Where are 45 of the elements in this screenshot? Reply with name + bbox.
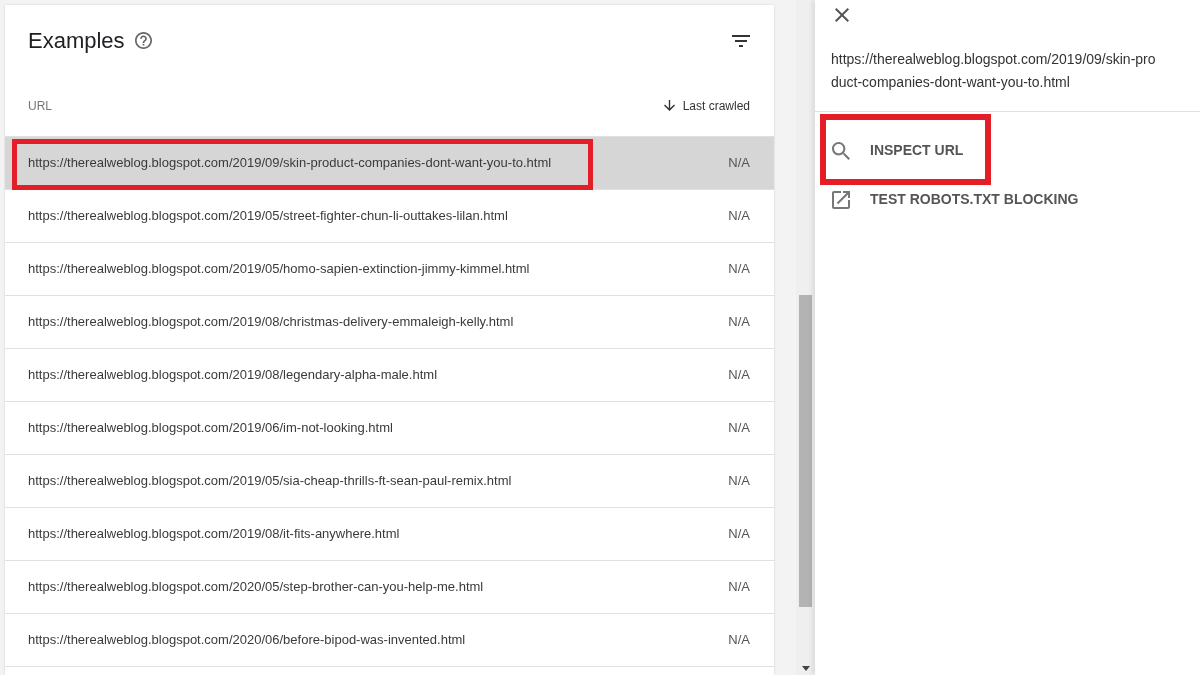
table-cell-text: https://therealweblog.blogspot.com/2020/05/step-brother-can-you-help-me.html — [28, 578, 484, 597]
table-cell-text: https://therealweblog.blogspot.com/2019/08/legendary-alpha-male.html — [28, 366, 438, 385]
table-row[interactable]: https://therealweblog.blogspot.com/2019/05/homo-sapien-extinction-jimmy-kimmel.html N/A — [5, 243, 774, 296]
table-cell-text: N/A — [728, 207, 750, 226]
close-icon — [835, 8, 849, 22]
scrollbar-thumb[interactable] — [799, 295, 812, 607]
arrow-down-icon — [663, 100, 675, 111]
table-cell-text: N/A — [728, 154, 750, 173]
table-row[interactable]: https://therealweblog.blogspot.com/2020/05/step-brother-can-you-help-me.html N/A — [5, 561, 774, 614]
table-cell-text: https://therealweblog.blogspot.com/2019/05/sia-cheap-thrills-ft-sean-paul-remix.html — [28, 472, 512, 491]
table-cell-text: N/A — [728, 313, 750, 332]
column-header[interactable]: URL — [28, 96, 52, 115]
search-icon — [832, 141, 850, 160]
table-cell-text: https://therealweblog.blogspot.com/2019/08/it-fits-anywhere.html — [28, 525, 400, 544]
table-row[interactable]: https://therealweblog.blogspot.com/2019/06/im-not-looking.html N/A — [5, 402, 774, 455]
table-row[interactable]: https://therealweblog.blogspot.com/2019/09/skin-product-companies-dont-want-you-to.html N/A — [5, 137, 774, 190]
action-button[interactable]: INSPECT URL — [815, 126, 1200, 175]
table-cell-text: N/A — [728, 631, 750, 650]
open-in-new-icon — [832, 190, 850, 209]
table-cell-text: N/A — [728, 472, 750, 491]
table-row[interactable]: https://therealweblog.blogspot.com/2019/08/it-fits-anywhere.html N/A — [5, 508, 774, 561]
table-cell-text: https://therealweblog.blogspot.com/2019/06/im-not-looking.html — [28, 419, 393, 438]
table-cell-text: https://therealweblog.blogspot.com/2019/05/street-fighter-chun-li-outtakes-lilan.html — [28, 207, 508, 226]
table-cell-text: N/A — [728, 419, 750, 438]
help-icon — [134, 32, 152, 49]
table-cell-text: N/A — [728, 366, 750, 385]
table-row[interactable]: https://therealweblog.blogspot.com/2019/08/christmas-delivery-emmaleigh-kelly.html N/A — [5, 296, 774, 349]
table-cell-text: https://therealweblog.blogspot.com/2019/05/homo-sapien-extinction-jimmy-kimmel.html — [28, 260, 530, 279]
filter-icon — [732, 34, 750, 47]
table-cell-text: N/A — [728, 260, 750, 279]
table-row[interactable]: https://therealweblog.blogspot.com/2019/05/street-fighter-chun-li-outtakes-lilan.html N/A — [5, 190, 774, 243]
table-cell-text: https://therealweblog.blogspot.com/2019/09/skin-product-companies-dont-want-you-to.html — [28, 154, 552, 173]
table-row[interactable]: https://therealweblog.blogspot.com/2020/06/before-bipod-was-invented.html N/A — [5, 614, 774, 667]
table-cell-text: N/A — [728, 525, 750, 544]
table-cell-text: N/A — [728, 578, 750, 597]
table-cell-text: https://therealweblog.blogspot.com/2020/06/before-bipod-was-invented.html — [28, 631, 466, 650]
table-row[interactable]: https://therealweblog.blogspot.com/2019/05/sia-cheap-thrills-ft-sean-paul-remix.html N/A — [5, 455, 774, 508]
url-text: https://therealweblog.blogspot.com/2019/09/skin-pro duct-companies-dont-want-you-to.html — [831, 50, 1157, 92]
scrollbar[interactable] — [796, 0, 813, 675]
table-cell-text: https://therealweblog.blogspot.com/2019/08/christmas-delivery-emmaleigh-kelly.html — [28, 313, 514, 332]
card-title: Examples — [28, 27, 125, 55]
column-header[interactable]: Last crawled — [663, 96, 750, 115]
action-button[interactable]: TEST ROBOTS.TXT BLOCKING — [815, 175, 1200, 224]
table-row[interactable]: https://therealweblog.blogspot.com/2019/08/legendary-alpha-male.html N/A — [5, 349, 774, 402]
scroll-down-arrow-icon[interactable] — [801, 666, 810, 671]
